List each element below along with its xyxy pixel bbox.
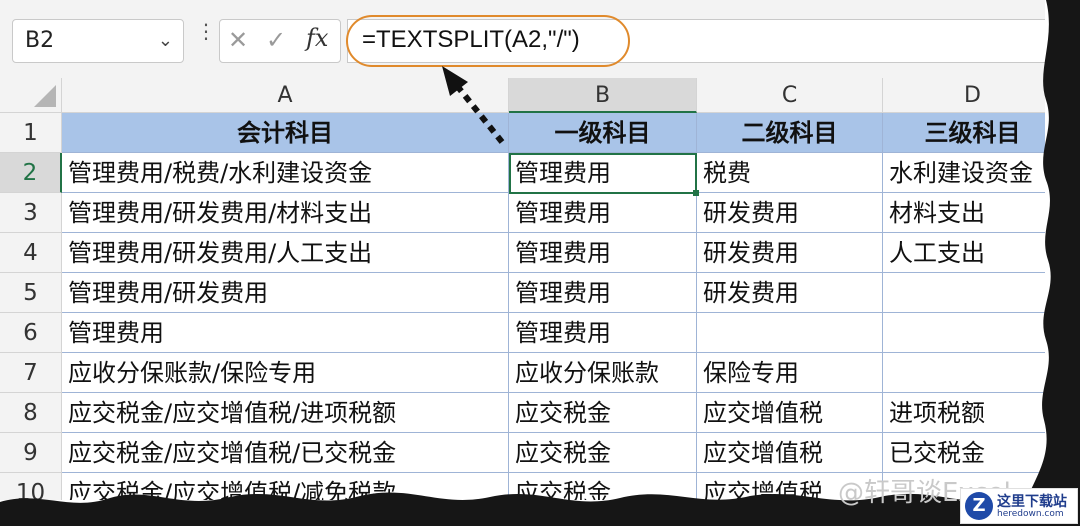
table-cell[interactable]: 应收分保账款 [509, 353, 697, 393]
row-header-7[interactable]: 7 [0, 353, 62, 393]
column-header-b[interactable]: B [509, 78, 697, 113]
table-cell[interactable] [697, 313, 883, 353]
spreadsheet-window: B2 ⌄ ⋮ ✕ ✓ fx =TEXTSPLIT(A2,"/") A B C D 1 会计… [0, 0, 1045, 500]
name-box[interactable]: B2 ⌄ [12, 19, 184, 63]
table-cell[interactable]: 管理费用/研发费用 [62, 273, 509, 313]
table-cell[interactable] [883, 353, 1045, 393]
table-cell[interactable]: 研发费用 [697, 273, 883, 313]
table-cell[interactable]: 已交税金 [883, 433, 1045, 473]
table-cell[interactable]: 保险专用 [697, 353, 883, 393]
table-cell[interactable]: 研发费用 [697, 193, 883, 233]
table-cell[interactable]: 应交税金 [509, 393, 697, 433]
insert-function-icon[interactable]: fx [306, 24, 328, 52]
table-cell[interactable]: 材料支出 [883, 193, 1045, 233]
table-cell[interactable]: 应交税金/应交增值税/进项税额 [62, 393, 509, 433]
table-cell[interactable]: 管理费用 [509, 313, 697, 353]
column-header-d[interactable]: D [883, 78, 1045, 113]
table-cell[interactable]: 管理费用/研发费用/材料支出 [62, 193, 509, 233]
table-cell[interactable]: 应收分保账款/保险专用 [62, 353, 509, 393]
table-cell[interactable]: 应交税金 [509, 433, 697, 473]
table-cell[interactable] [883, 273, 1045, 313]
row-header-10[interactable]: 10 [0, 473, 62, 500]
table-cell[interactable]: 进项税额 [883, 393, 1045, 433]
row-header-4[interactable]: 4 [0, 233, 62, 273]
row-header-1[interactable]: 1 [0, 113, 62, 153]
table-cell[interactable]: 管理费用 [509, 233, 697, 273]
table-cell[interactable]: 管理费用 [62, 313, 509, 353]
table-cell[interactable]: 税费 [697, 153, 883, 193]
table-cell[interactable]: 水利建设资金 [883, 153, 1045, 193]
table-cell[interactable] [883, 313, 1045, 353]
table-header-cell[interactable]: 一级科目 [509, 113, 697, 153]
table-header-cell[interactable]: 三级科目 [883, 113, 1045, 153]
table-cell[interactable]: 应交税金/应交增值税/已交税金 [62, 433, 509, 473]
formula-buttons: ✕ ✓ fx [219, 19, 341, 63]
table-cell[interactable]: 人工支出 [883, 233, 1045, 273]
table-cell[interactable]: 应交增值税 [697, 393, 883, 433]
table-header-cell[interactable]: 二级科目 [697, 113, 883, 153]
row-header-8[interactable]: 8 [0, 393, 62, 433]
formula-bar-area: B2 ⌄ ⋮ ✕ ✓ fx =TEXTSPLIT(A2,"/") [0, 0, 1045, 79]
more-options-icon[interactable]: ⋮ [196, 21, 216, 41]
row-header-5[interactable]: 5 [0, 273, 62, 313]
table-cell[interactable]: 应交税金/应交增值税/减免税款 [62, 473, 509, 500]
table-cell[interactable]: 管理费用 [509, 193, 697, 233]
row-header-9[interactable]: 9 [0, 433, 62, 473]
enter-icon[interactable]: ✓ [266, 26, 286, 54]
table-cell[interactable]: 应交税金 [509, 473, 697, 500]
table-cell[interactable]: 管理费用/研发费用/人工支出 [62, 233, 509, 273]
callout-arrow [442, 66, 505, 144]
select-all-corner[interactable] [0, 78, 62, 113]
table-cell[interactable]: 应交增值税 [697, 433, 883, 473]
column-header-c[interactable]: C [697, 78, 883, 113]
row-header-6[interactable]: 6 [0, 313, 62, 353]
logo-title: 这里下载站 [997, 494, 1067, 510]
chevron-down-icon[interactable]: ⌄ [158, 30, 173, 51]
table-cell[interactable]: 研发费用 [697, 233, 883, 273]
table-cell[interactable]: 管理费用 [509, 273, 697, 313]
row-header-2[interactable]: 2 [0, 153, 62, 193]
row-header-3[interactable]: 3 [0, 193, 62, 233]
active-cell-border [509, 153, 699, 196]
name-box-value: B2 [25, 28, 55, 53]
logo-url: heredown.com [997, 509, 1064, 519]
site-logo: Z 这里下载站 heredown.com [960, 488, 1078, 524]
logo-mark: Z [965, 492, 993, 520]
cancel-icon[interactable]: ✕ [228, 26, 248, 54]
